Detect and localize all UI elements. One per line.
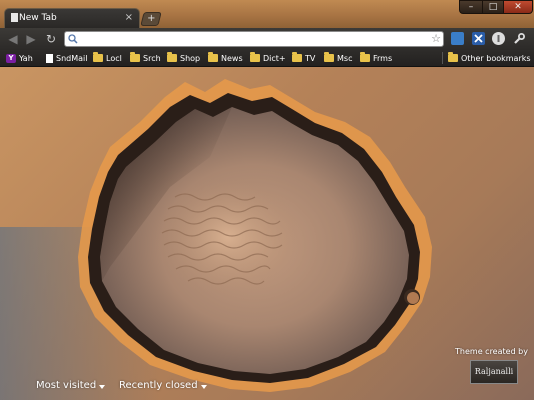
bookmark-folder-shop[interactable]: Shop: [167, 52, 200, 64]
theme-credit-text: Theme created by: [455, 347, 528, 356]
bookmark-star-icon[interactable]: ☆: [431, 32, 441, 46]
bookmark-folder-dict[interactable]: Dict+: [250, 52, 286, 64]
bookmark-folder-msc[interactable]: Msc: [324, 52, 352, 64]
tab-new-tab[interactable]: New Tab ×: [4, 8, 140, 28]
theme-author-logo[interactable]: Raljanalli: [470, 360, 518, 384]
forward-arrow-icon: ▶: [26, 32, 36, 46]
plus-icon: +: [146, 13, 156, 24]
screen-capture-icon[interactable]: [451, 32, 464, 45]
reload-icon: ↻: [45, 32, 57, 46]
toolbar: ◀ ▶ ↻ ☆: [0, 28, 534, 50]
theme-background-image: [0, 79, 432, 400]
folder-icon: [208, 52, 218, 62]
tab-title: New Tab: [19, 13, 57, 23]
other-bookmarks-label: Other bookmarks: [461, 53, 531, 63]
omnibox[interactable]: ☆: [64, 31, 444, 47]
page-icon: [46, 53, 53, 63]
tab-strip: New Tab × + – □ ✕: [0, 0, 534, 28]
wrench-icon[interactable]: [513, 32, 526, 45]
bookmark-label: Msc: [337, 53, 353, 63]
forward-button[interactable]: ▶: [24, 32, 38, 46]
bookmark-label: Frms: [373, 53, 393, 63]
folder-icon: [93, 52, 103, 62]
bookmark-label: Yah: [19, 53, 33, 63]
chevron-down-icon: [99, 384, 106, 389]
most-visited-menu[interactable]: Most visited: [36, 380, 106, 391]
bookmark-folder-news[interactable]: News: [208, 52, 243, 64]
chevron-down-icon: [200, 384, 207, 389]
recently-closed-label: Recently closed: [119, 380, 198, 391]
omnibox-input[interactable]: [81, 32, 421, 46]
search-icon: [68, 34, 78, 44]
circle-extension-icon[interactable]: [492, 32, 505, 45]
bookmark-folder-srch[interactable]: Srch: [130, 52, 161, 64]
bookmark-sndmail[interactable]: SndMail: [46, 52, 87, 64]
bookmark-folder-tv[interactable]: TV: [292, 52, 315, 64]
bookmark-folder-locl[interactable]: Locl: [93, 52, 122, 64]
tab-close-icon[interactable]: ×: [125, 12, 133, 24]
yahoo-icon: Y: [6, 53, 16, 63]
other-bookmarks[interactable]: Other bookmarks: [448, 52, 531, 64]
bookmark-label: Srch: [143, 53, 161, 63]
back-button[interactable]: ◀: [6, 32, 20, 46]
reload-button[interactable]: ↻: [44, 32, 58, 46]
bookmark-label: Locl: [106, 53, 122, 63]
bookmark-label: Dict+: [263, 53, 286, 63]
bookmark-yah[interactable]: Y Yah: [6, 52, 33, 64]
folder-icon: [130, 52, 140, 62]
folder-icon: [448, 52, 458, 62]
folder-icon: [324, 52, 334, 62]
bookmarks-separator: [442, 52, 443, 64]
minimize-button[interactable]: –: [459, 0, 483, 14]
bookmark-label: Shop: [180, 53, 201, 63]
new-tab-button[interactable]: +: [140, 12, 162, 26]
bookmark-folder-frms[interactable]: Frms: [360, 52, 392, 64]
bookmark-label: News: [221, 53, 243, 63]
bookmarks-bar: Y Yah SndMail Locl Srch Shop News Dict+ …: [0, 50, 534, 67]
folder-icon: [250, 52, 260, 62]
new-tab-page: Theme created by Raljanalli Most visited…: [0, 67, 534, 400]
close-window-button[interactable]: ✕: [503, 0, 533, 14]
folder-icon: [360, 52, 370, 62]
most-visited-label: Most visited: [36, 380, 97, 391]
folder-icon: [167, 52, 177, 62]
maximize-button[interactable]: □: [482, 0, 504, 14]
x-extension-icon[interactable]: [472, 32, 485, 45]
folder-icon: [292, 52, 302, 62]
bookmark-label: TV: [305, 53, 316, 63]
recently-closed-menu[interactable]: Recently closed: [119, 380, 207, 391]
bookmark-label: SndMail: [56, 53, 88, 63]
back-arrow-icon: ◀: [8, 32, 18, 46]
